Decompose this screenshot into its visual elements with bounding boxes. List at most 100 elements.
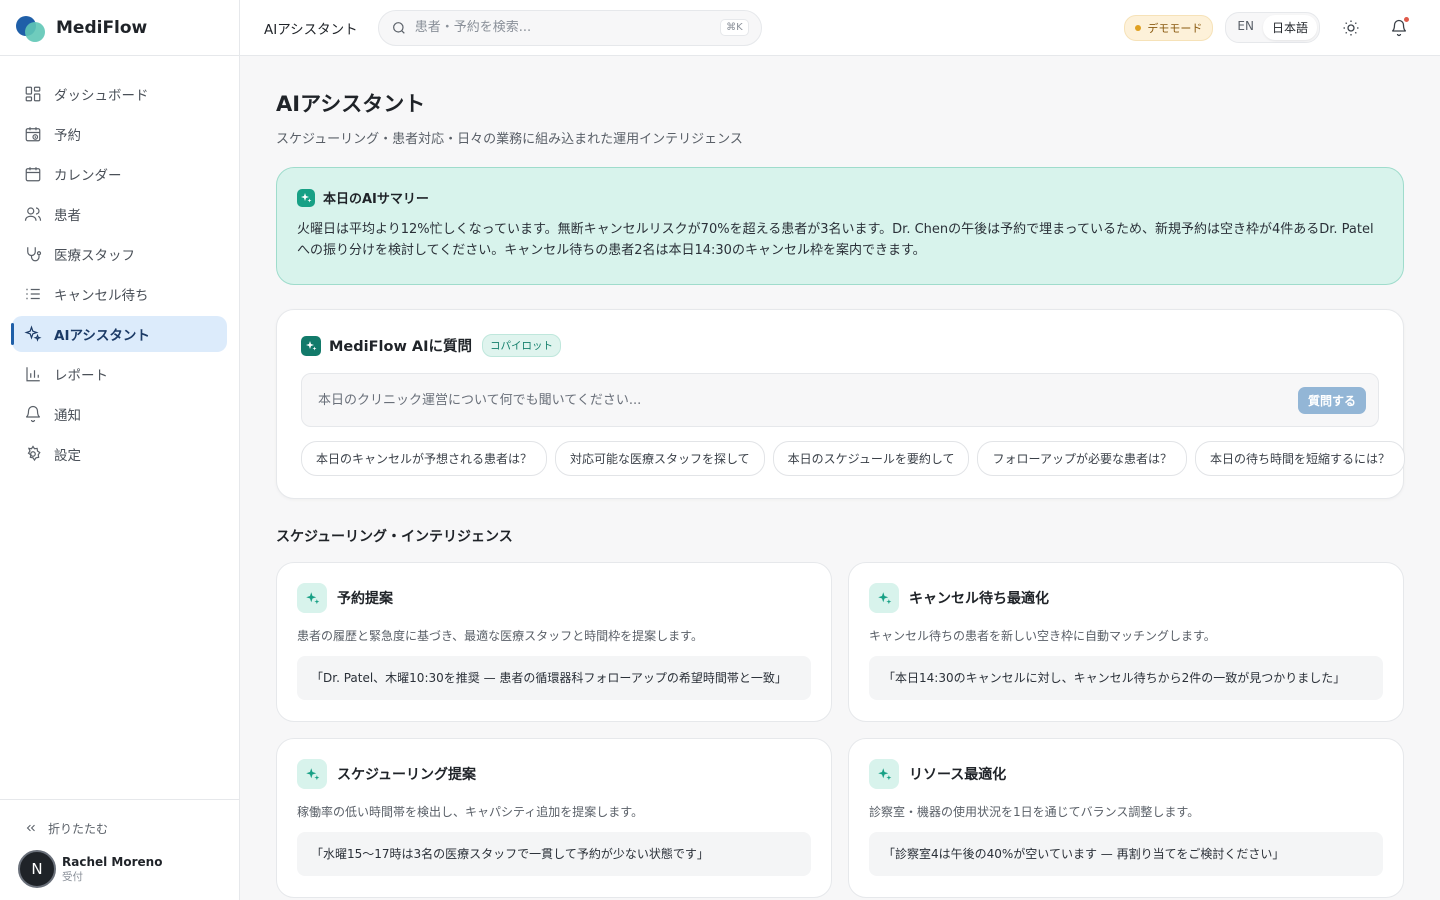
- brand-name: MediFlow: [56, 17, 148, 38]
- sidebar-nav: ダッシュボード 予約 カレンダー 患者 医療スタッフ キャンセル待ち AIアシス…: [0, 56, 239, 799]
- sun-icon: [1343, 20, 1359, 35]
- ask-input-box: 質問する: [301, 373, 1379, 427]
- sidebar-item-staff[interactable]: 医療スタッフ: [12, 236, 227, 272]
- avatar: N: [18, 850, 56, 888]
- ask-title: MediFlow AIに質問: [329, 339, 473, 355]
- search-input[interactable]: [414, 20, 713, 35]
- sidebar-item-label: ダッシュボード: [54, 88, 149, 104]
- suggestion-chips: 本日のキャンセルが予想される患者は？ 対応可能な医療スタッフを探して 本日のスケ…: [301, 441, 1406, 476]
- sidebar-item-label: 通知: [54, 408, 81, 424]
- lang-en-button[interactable]: EN: [1228, 15, 1263, 40]
- sparkles-icon: [869, 583, 899, 613]
- sidebar-item-waitlist[interactable]: キャンセル待ち: [12, 276, 227, 312]
- card-title: 予約提案: [337, 591, 393, 607]
- collapse-label: 折りたたむ: [48, 821, 109, 836]
- sidebar-item-label: キャンセル待ち: [54, 288, 149, 304]
- calendar-clock-icon: [25, 127, 41, 142]
- card-header: リソース最適化: [869, 759, 1383, 789]
- suggestion-chip[interactable]: 本日の待ち時間を短縮するには？: [1195, 441, 1406, 476]
- card-description: 患者の履歴と緊急度に基づき、最適な医療スタッフと時間枠を提案します。: [297, 629, 703, 643]
- sparkles-icon: [297, 583, 327, 613]
- card-header: 予約提案: [297, 583, 811, 613]
- sidebar-item-label: 医療スタッフ: [54, 248, 135, 264]
- page-title: AIアシスタント: [276, 92, 426, 116]
- collapse-button[interactable]: 折りたたむ: [16, 812, 223, 844]
- chevrons-left-icon: [26, 824, 35, 832]
- card-description: 診察室・機器の使用状況を1日を通じてバランス調整します。: [869, 805, 1200, 819]
- sidebar-item-label: 予約: [54, 128, 81, 144]
- sidebar-item-label: 患者: [54, 208, 81, 224]
- feature-card[interactable]: スケジューリング提案 稼働率の低い時間帯を検出し、キャパシティ追加を提案します。…: [276, 738, 832, 898]
- sidebar-item-label: AIアシスタント: [54, 328, 150, 344]
- users-icon: [24, 207, 42, 221]
- bell-icon: [26, 405, 40, 423]
- demo-mode-badge[interactable]: デモモード: [1124, 14, 1214, 41]
- page-subtitle: スケジューリング・患者対応・日々の業務に組み込まれた運用インテリジェンス: [276, 132, 743, 147]
- sidebar-item-patients[interactable]: 患者: [12, 196, 227, 232]
- ai-summary-card: 本日のAIサマリー 火曜日は平均より12%忙しくなっています。無断キャンセルリス…: [276, 167, 1404, 285]
- topbar: AIアシスタント ⌘K デモモード EN 日本語: [240, 0, 1440, 56]
- copilot-badge: コパイロット: [482, 334, 562, 357]
- lang-ja-button[interactable]: 日本語: [1262, 15, 1317, 40]
- search-icon: [392, 21, 405, 34]
- demo-mode-label: デモモード: [1147, 21, 1203, 35]
- sidebar-item-notifications[interactable]: 通知: [12, 396, 227, 432]
- status-dot-icon: [1135, 24, 1142, 31]
- sidebar-item-ai-assistant[interactable]: AIアシスタント: [11, 316, 227, 352]
- suggestion-chip[interactable]: フォローアップが必要な患者は？: [977, 441, 1188, 476]
- mediflow-logo-icon: [16, 14, 48, 42]
- page-content: AIアシスタント スケジューリング・患者対応・日々の業務に組み込まれた運用インテ…: [240, 56, 1440, 900]
- suggestion-chip[interactable]: 対応可能な医療スタッフを探して: [555, 441, 765, 476]
- sidebar-item-calendar[interactable]: カレンダー: [12, 156, 227, 192]
- main-area: AIアシスタント ⌘K デモモード EN 日本語: [240, 0, 1440, 900]
- user-role: 受付: [62, 870, 83, 883]
- card-example: 「水曜15〜17時は3名の医療スタッフで一貫して予約が少ない状態です」: [297, 832, 811, 876]
- feature-card[interactable]: リソース最適化 診察室・機器の使用状況を1日を通じてバランス調整します。 「診察…: [848, 738, 1404, 898]
- dashboard-icon: [25, 86, 41, 102]
- ask-input[interactable]: [318, 392, 1298, 408]
- sparkles-icon: [297, 188, 315, 207]
- bar-chart-icon: [26, 367, 40, 382]
- ask-ai-card: MediFlow AIに質問 コパイロット 質問する 本日のキャンセルが予想され…: [276, 309, 1406, 499]
- gear-icon: [27, 445, 41, 462]
- ask-submit-button[interactable]: 質問する: [1297, 386, 1366, 414]
- calendar-icon: [25, 167, 41, 182]
- card-title: キャンセル待ち最適化: [909, 591, 1049, 607]
- user-profile[interactable]: N Rachel Moreno 受付: [16, 850, 223, 888]
- card-title: スケジューリング提案: [337, 767, 477, 783]
- sparkles-icon: [301, 335, 321, 356]
- sidebar-item-reports[interactable]: レポート: [12, 356, 227, 392]
- shortcut-hint: ⌘K: [720, 19, 749, 36]
- sidebar: MediFlow ダッシュボード 予約 カレンダー 患者 医療スタッフ キャンセ…: [0, 0, 240, 900]
- sidebar-footer: 折りたたむ N Rachel Moreno 受付: [0, 799, 239, 900]
- list-icon: [26, 288, 40, 300]
- language-toggle: EN 日本語: [1225, 12, 1320, 43]
- sidebar-item-label: カレンダー: [54, 168, 122, 184]
- topbar-actions: デモモード EN 日本語: [1124, 11, 1416, 45]
- brand[interactable]: MediFlow: [0, 0, 239, 56]
- notifications-button[interactable]: [1382, 11, 1416, 45]
- stethoscope-icon: [27, 247, 42, 262]
- card-description: 稼働率の低い時間帯を検出し、キャパシティ追加を提案します。: [297, 805, 644, 819]
- sidebar-item-appointments[interactable]: 予約: [12, 116, 227, 152]
- summary-header: 本日のAIサマリー: [297, 188, 1383, 207]
- feature-grid: 予約提案 患者の履歴と緊急度に基づき、最適な医療スタッフと時間枠を提案します。 …: [276, 562, 1404, 898]
- card-header: スケジューリング提案: [297, 759, 811, 789]
- sidebar-item-settings[interactable]: 設定: [12, 436, 227, 472]
- feature-card[interactable]: キャンセル待ち最適化 キャンセル待ちの患者を新しい空き枠に自動マッチングします。…: [848, 562, 1404, 722]
- sparkles-icon: [869, 759, 899, 789]
- search-bar[interactable]: ⌘K: [377, 9, 762, 46]
- theme-toggle-button[interactable]: [1334, 11, 1368, 45]
- suggestion-chip[interactable]: 本日のスケジュールを要約して: [772, 441, 970, 476]
- sidebar-item-label: 設定: [54, 448, 81, 464]
- topbar-title: AIアシスタント: [264, 21, 358, 38]
- suggestion-chip[interactable]: 本日のキャンセルが予想される患者は？: [301, 441, 548, 476]
- feature-card[interactable]: 予約提案 患者の履歴と緊急度に基づき、最適な医療スタッフと時間枠を提案します。 …: [276, 562, 832, 722]
- app-root: MediFlow ダッシュボード 予約 カレンダー 患者 医療スタッフ キャンセ…: [0, 0, 1440, 900]
- sidebar-item-dashboard[interactable]: ダッシュボード: [12, 76, 227, 112]
- summary-text: 火曜日は平均より12%忙しくなっています。無断キャンセルリスクが70%を超える患…: [297, 222, 1374, 258]
- card-title: リソース最適化: [909, 767, 1007, 783]
- card-example: 「Dr. Patel、木曜10:30を推奨 — 患者の循環器科フォローアップの希…: [297, 656, 811, 700]
- section-title: スケジューリング・インテリジェンス: [276, 529, 513, 545]
- card-example: 「診察室4は午後の40%が空いています — 再割り当てをご検討ください」: [869, 832, 1383, 876]
